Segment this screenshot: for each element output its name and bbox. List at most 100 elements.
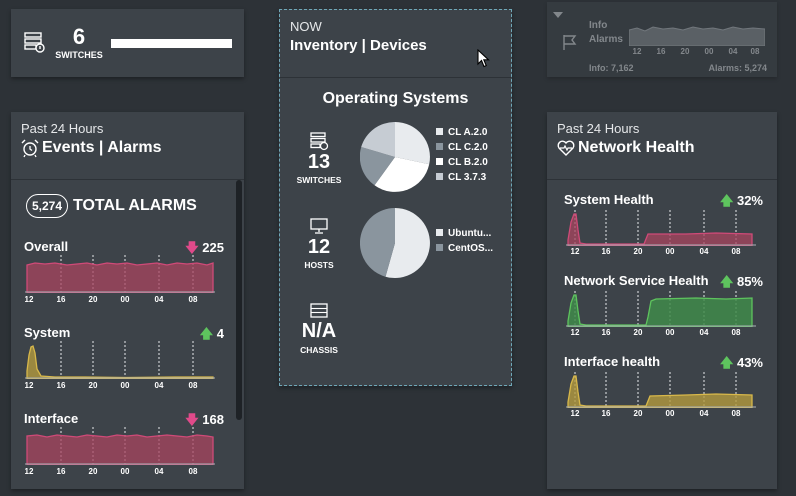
switches-label: SWITCHES [55, 50, 103, 60]
events-title: Events | Alarms [42, 139, 162, 156]
switch-os-legend: CL A.2.0 CL C.2.0 CL B.2.0 CL 3.7.3 [436, 125, 488, 185]
legend-item: CL A.2.0 [436, 125, 488, 140]
arrow-up-icon: 🡅 [719, 193, 734, 208]
info-alarms-title-1: Info [589, 20, 608, 31]
tick-label: 12 [632, 47, 642, 56]
tick-label: 00 [665, 247, 675, 256]
total-alarms-badge: 5,274 [26, 194, 69, 218]
info-count: Info: 7,162 [589, 63, 634, 73]
switch-os-pie-chart[interactable] [360, 122, 430, 192]
tick-label: 16 [601, 247, 611, 256]
tick-label: 12 [24, 467, 34, 476]
tick-label: 08 [188, 381, 198, 390]
metric-value-text: 32% [736, 193, 763, 208]
os-switches-label: SWITCHES [296, 175, 342, 185]
switches-count: 6 [72, 24, 86, 49]
metric-interface-health-name: Interface health [564, 354, 661, 369]
tick-label: 20 [88, 467, 98, 476]
inventory-now-label: NOW [290, 19, 322, 34]
legend-label: Ubuntu... [448, 228, 492, 239]
os-chassis-count: N/A [301, 320, 337, 342]
switches-bar [111, 39, 232, 48]
info-alarms-ticks: 12 16 20 00 04 08 [629, 47, 765, 57]
metric-interface-name: Interface [24, 411, 79, 426]
overall-ticks: 12 16 20 00 04 08 [25, 295, 215, 305]
tick-label: 12 [24, 381, 34, 390]
events-divider [11, 179, 244, 180]
tick-label: 16 [56, 467, 66, 476]
metric-value-text: 85% [736, 274, 763, 289]
info-alarms-card[interactable]: Info Alarms 12 16 20 00 04 08 Info: 7,16… [547, 2, 777, 77]
os-chassis-label: CHASSIS [300, 345, 338, 355]
tick-label: 00 [665, 328, 675, 337]
info-alarms-title-2: Alarms [589, 34, 623, 45]
tick-label: 08 [731, 409, 741, 418]
events-alarms-card[interactable]: Past 24 Hours Events | Alarms 5,274 TOTA… [11, 112, 244, 489]
tick-label: 20 [88, 295, 98, 304]
system-health-sparkline [566, 210, 756, 246]
arrow-up-icon: 🡅 [719, 355, 734, 370]
tick-label: 04 [728, 47, 738, 56]
metric-value-text: 168 [202, 412, 224, 427]
tick-label: 16 [56, 381, 66, 390]
caret-down-icon[interactable] [553, 12, 563, 20]
tick-label: 00 [120, 295, 130, 304]
legend-label: CL 3.7.3 [448, 172, 487, 183]
tick-label: 04 [699, 328, 709, 337]
inventory-divider [280, 77, 511, 78]
network-title: Network Health [578, 139, 695, 156]
legend-item: CentOS... [436, 241, 493, 256]
tick-label: 16 [656, 47, 666, 56]
interface-ticks: 12 16 20 00 04 08 [25, 467, 215, 477]
system-ticks: 12 16 20 00 04 08 [25, 381, 215, 391]
switch-icon [24, 32, 45, 53]
inventory-title: Inventory | Devices [290, 37, 427, 54]
tick-label: 08 [188, 467, 198, 476]
legend-item: CL B.2.0 [436, 155, 488, 170]
events-period: Past 24 Hours [21, 121, 104, 136]
legend-label: CL C.2.0 [448, 142, 488, 153]
network-health-card[interactable]: Past 24 Hours Network Health System Heal… [547, 112, 777, 489]
host-os-pie-chart[interactable] [360, 208, 430, 278]
tick-label: 12 [570, 328, 580, 337]
metric-value-text: 225 [202, 240, 224, 255]
total-alarms-label: TOTAL ALARMS [73, 197, 197, 214]
legend-label: CentOS... [448, 243, 494, 254]
tick-label: 20 [680, 47, 690, 56]
interface-health-sparkline [566, 372, 756, 408]
tick-label: 20 [633, 247, 643, 256]
mouse-pointer-icon [477, 49, 490, 68]
os-switches-count: 13 [307, 151, 331, 173]
metric-network-service-health-name: Network Service Health [564, 273, 709, 288]
tick-label: 20 [88, 381, 98, 390]
network-service-health-ticks: 12 16 20 00 04 08 [566, 328, 756, 338]
legend-item: CL 3.7.3 [436, 170, 488, 185]
legend-label: CL B.2.0 [448, 157, 488, 168]
switch-icon [310, 132, 329, 151]
heart-pulse-icon [557, 140, 575, 156]
tick-label: 00 [120, 381, 130, 390]
metric-value-text: 4 [216, 326, 224, 341]
monitor-icon [310, 218, 328, 234]
tick-label: 12 [24, 295, 34, 304]
alarms-count: Alarms: 5,274 [708, 63, 767, 73]
system-health-ticks: 12 16 20 00 04 08 [566, 247, 756, 257]
events-scrollbar[interactable] [236, 180, 242, 420]
interface-health-ticks: 12 16 20 00 04 08 [566, 409, 756, 419]
tick-label: 16 [56, 295, 66, 304]
system-sparkline [25, 341, 215, 379]
flag-icon [563, 35, 577, 50]
metric-overall-name: Overall [24, 239, 69, 254]
arrow-up-icon: 🡅 [719, 274, 734, 289]
tick-label: 20 [633, 409, 643, 418]
arrow-down-icon: 🡇 [185, 240, 199, 255]
pie-slice-cl-a20 [395, 122, 430, 165]
network-service-health-sparkline [566, 291, 756, 327]
network-period: Past 24 Hours [557, 121, 640, 136]
chassis-icon [310, 303, 328, 318]
tick-label: 00 [704, 47, 714, 56]
switches-card[interactable]: 6 SWITCHES [11, 9, 244, 77]
alarm-clock-icon [21, 139, 39, 158]
tick-label: 08 [188, 295, 198, 304]
interface-sparkline [25, 427, 215, 465]
